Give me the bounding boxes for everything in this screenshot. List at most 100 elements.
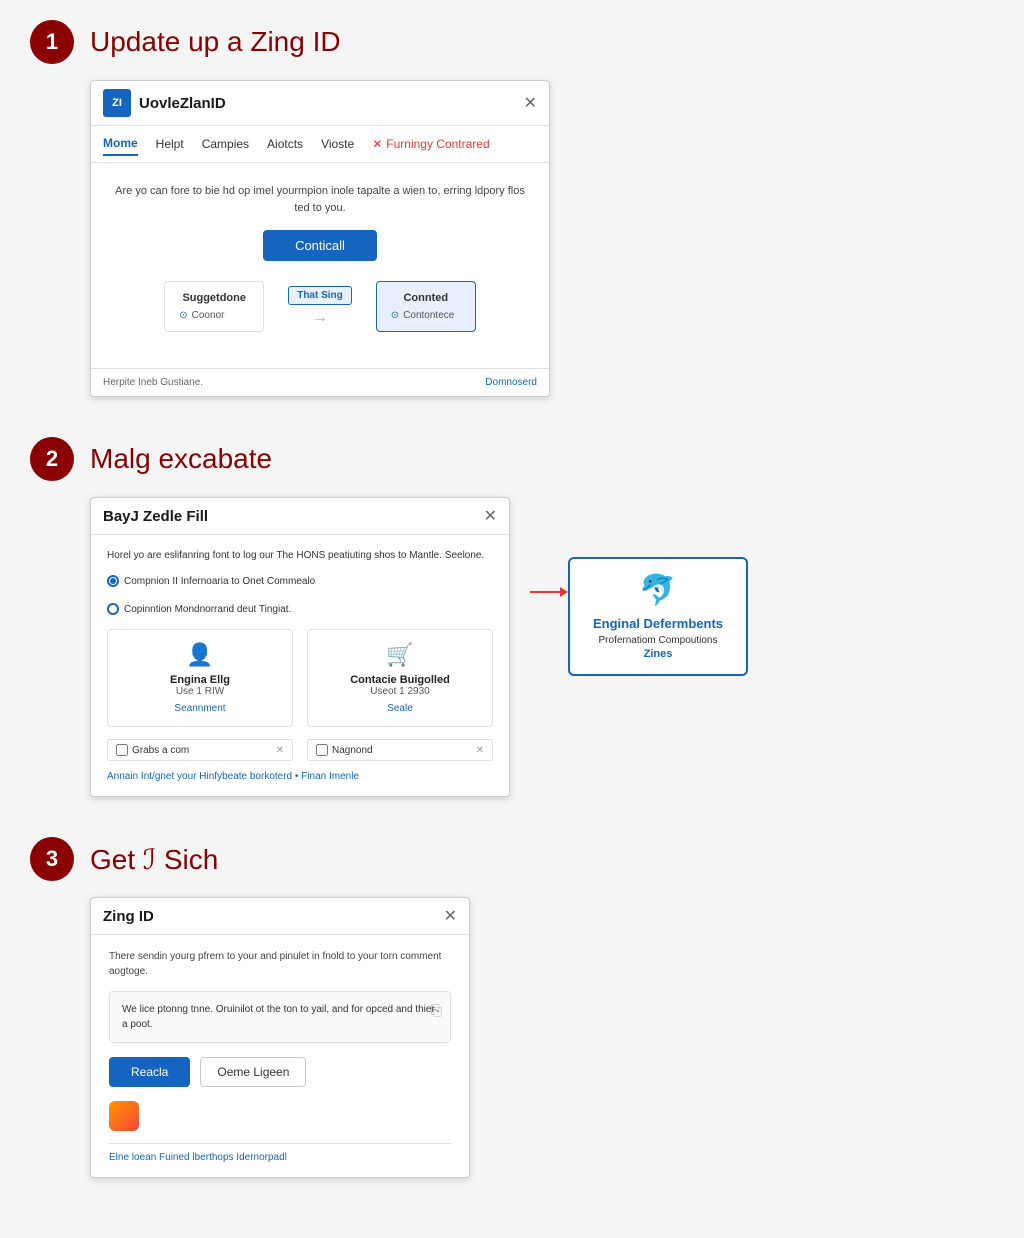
sidebar-card-icon: 🐬 <box>639 573 676 608</box>
app-logo: ZI <box>103 89 131 117</box>
step1-header: 1 Update up a Zing ID <box>30 20 341 64</box>
step2-area: BayJ Zedle Fill ✕ Horel yo are eslifanri… <box>30 497 748 797</box>
radio-item-2[interactable]: Copinntion Mondnorrand deut Tingiat. <box>107 603 291 615</box>
arrow-head <box>560 587 568 597</box>
footer1-close-icon[interactable]: ✕ <box>276 745 284 756</box>
step1-title-left: ZI UovleZlanID <box>103 89 226 117</box>
step2-titlebar: BayJ Zedle Fill ✕ <box>91 498 509 535</box>
step1-titlebar: ZI UovleZlanID ✕ <box>91 81 549 126</box>
option-card-connected: Connted ⊙ Contontece <box>376 281 476 332</box>
card-footer-row: Grabs a com ✕ Nagnond ✕ <box>107 739 493 761</box>
sidebar-card-title: Enginal Defermbents <box>593 616 723 631</box>
step1-options: Suggetdone ⊙ Coonor That Sing → Connted … <box>115 281 525 332</box>
arrow-between: That Sing → <box>288 281 352 332</box>
card-footer-1: Grabs a com ✕ <box>107 739 293 761</box>
step3-header: 3 Get ℐ Sich <box>30 837 218 881</box>
step1-section: 1 Update up a Zing ID ZI UovleZlanID ✕ M… <box>30 20 994 397</box>
step2-bottom-link[interactable]: Annain Int/gnet your Hinfybeate borkoter… <box>107 771 493 782</box>
step3-footer-link[interactable]: Elne loean Fuined lberthops Idernorpadl <box>109 1143 451 1163</box>
radio-dot-2 <box>107 603 119 615</box>
nav-helpt[interactable]: Helpt <box>156 133 184 155</box>
arrow-container <box>530 587 568 597</box>
step1-window: ZI UovleZlanID ✕ Mome Helpt Campies Aiot… <box>90 80 550 397</box>
step2-window-title: BayJ Zedle Fill <box>103 508 208 525</box>
step1-title: Update up a Zing ID <box>90 26 341 58</box>
footer2-content: Nagnond <box>316 744 373 756</box>
footer-right-link[interactable]: Domnoserd <box>485 377 537 388</box>
step3-circle: 3 <box>30 837 74 881</box>
user-card-2-name: Contacie Buigolled <box>320 674 480 686</box>
step3-title: Get ℐ Sich <box>90 843 218 876</box>
step2-body: Horel yo are eslifanring font to log our… <box>91 535 509 796</box>
step3-close-icon[interactable]: ✕ <box>444 906 457 926</box>
radio-item-1[interactable]: Compnion II Infernoaria to Onet Commealo <box>107 575 315 587</box>
user-card-2-link[interactable]: Seale <box>320 703 480 714</box>
step1-body: Are yo can fore to bie hd op imel yourmp… <box>91 163 549 368</box>
step1-cta-button[interactable]: Conticall <box>263 230 377 261</box>
step3-titlebar: Zing ID ✕ <box>91 898 469 935</box>
step1-body-desc: Are yo can fore to bie hd op imel yourmp… <box>115 183 525 216</box>
step2-desc: Horel yo are eslifanring font to log our… <box>107 549 493 563</box>
user-card-1-name: Engina Ellg <box>120 674 280 686</box>
app-name: UovleZlanID <box>139 95 226 112</box>
step3-section: 3 Get ℐ Sich Zing ID ✕ There sendin your… <box>30 837 994 1178</box>
nav-vioste[interactable]: Vioste <box>321 133 354 155</box>
step1-footer: Herpite Ineb Gustiane. Domnoserd <box>91 368 549 396</box>
step2-circle: 2 <box>30 437 74 481</box>
step2-number: 2 <box>46 446 58 472</box>
option-card-sugget: Suggetdone ⊙ Coonor <box>164 281 264 332</box>
sidebar-card-zing: Zines <box>644 648 673 660</box>
user-card-2: 🛒 Contacie Buigolled Useot 1 2930 Seale <box>307 629 493 727</box>
step3-number: 3 <box>46 846 58 872</box>
step3-secondary-button[interactable]: Oeme Ligeen <box>200 1057 306 1087</box>
option-connected-item: ⊙ Contontece <box>391 310 461 321</box>
step2-close-icon[interactable]: ✕ <box>484 506 497 526</box>
radio-dot-1 <box>107 575 119 587</box>
footer-left: Herpite Ineb Gustiane. <box>103 377 203 388</box>
close-icon[interactable]: ✕ <box>524 93 537 113</box>
user-cards-row: 👤 Engina Ellg Use 1 RIW Seannment 🛒 Cont… <box>107 629 493 727</box>
step1-number: 1 <box>46 29 58 55</box>
nav-campies[interactable]: Campies <box>202 133 249 155</box>
badge-icon <box>109 1101 139 1131</box>
active-option-badge: That Sing <box>288 286 352 305</box>
nav-mome[interactable]: Mome <box>103 132 138 156</box>
message-box: We lice ptonng tnne. Oruinilot ot the to… <box>109 991 451 1043</box>
user-card-1-link[interactable]: Seannment <box>120 703 280 714</box>
step2-window: BayJ Zedle Fill ✕ Horel yo are eslifanri… <box>90 497 510 797</box>
user-card-2-sub: Useot 1 2930 <box>320 686 480 697</box>
footer2-checkbox[interactable] <box>316 744 328 756</box>
step3-window: Zing ID ✕ There sendin yourg pfrern to y… <box>90 897 470 1178</box>
footer1-content: Grabs a com <box>116 744 189 756</box>
option-connected-label: Connted <box>391 292 461 304</box>
user-icon-1: 👤 <box>120 642 280 668</box>
option-sugget-item: ⊙ Coonor <box>179 310 249 321</box>
nav-aiotcts[interactable]: Aiotcts <box>267 133 303 155</box>
copy-icon[interactable]: ⎘ <box>431 1000 442 1021</box>
step3-body: There sendin yourg pfrern to your and pi… <box>91 935 469 1177</box>
app-badge <box>109 1101 451 1131</box>
card-footer-2: Nagnond ✕ <box>307 739 493 761</box>
footer2-close-icon[interactable]: ✕ <box>476 745 484 756</box>
arrow-line <box>530 591 560 593</box>
nav-highlight[interactable]: ✕ Furningy Contrared <box>372 133 489 155</box>
step3-window-title: Zing ID <box>103 908 154 925</box>
step2-section: 2 Malg excabate BayJ Zedle Fill ✕ Horel … <box>30 437 994 797</box>
user-card-1: 👤 Engina Ellg Use 1 RIW Seannment <box>107 629 293 727</box>
radio-group: Compnion II Infernoaria to Onet Commealo… <box>107 575 493 615</box>
step3-buttons: Reacla Oeme Ligeen <box>109 1057 451 1087</box>
user-card-1-sub: Use 1 RIW <box>120 686 280 697</box>
sidebar-card: 🐬 Enginal Defermbents Profernatiom Compo… <box>568 557 748 676</box>
step1-circle: 1 <box>30 20 74 64</box>
footer1-checkbox[interactable] <box>116 744 128 756</box>
message-text: We lice ptonng tnne. Oruinilot ot the to… <box>122 1004 435 1030</box>
user-icon-2: 🛒 <box>320 642 480 668</box>
sidebar-area: 🐬 Enginal Defermbents Profernatiom Compo… <box>530 497 748 676</box>
sidebar-card-sub: Profernatiom Compoutions <box>599 635 718 646</box>
step2-header: 2 Malg excabate <box>30 437 272 481</box>
step2-title: Malg excabate <box>90 443 272 475</box>
step1-nav: Mome Helpt Campies Aiotcts Vioste ✕ Furn… <box>91 126 549 163</box>
step3-primary-button[interactable]: Reacla <box>109 1057 190 1087</box>
option-sugget-label: Suggetdone <box>179 292 249 304</box>
step3-desc: There sendin yourg pfrern to your and pi… <box>109 949 451 979</box>
